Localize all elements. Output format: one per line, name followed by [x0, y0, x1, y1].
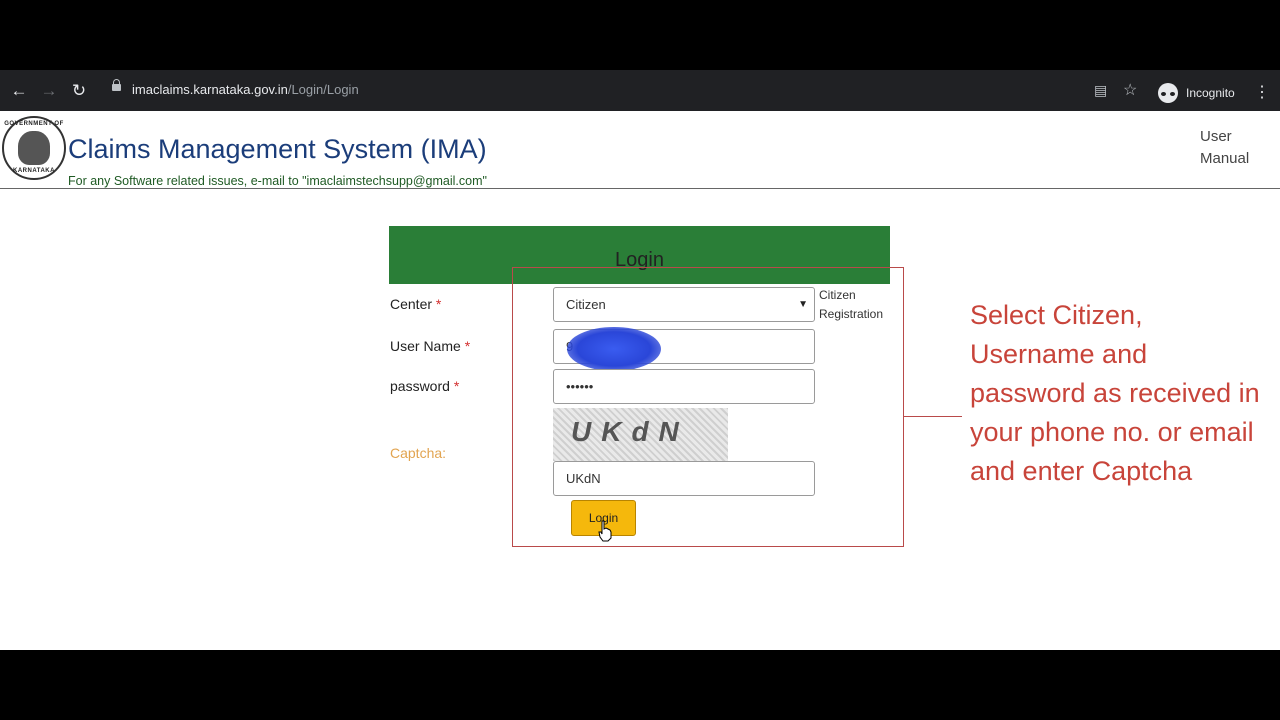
password-label: password * [390, 378, 460, 394]
lock-icon [112, 79, 121, 91]
username-label: User Name * [390, 338, 471, 354]
user-manual-link[interactable]: User Manual [1200, 126, 1270, 170]
top-letterbox [0, 0, 1280, 70]
header-divider [0, 188, 1280, 189]
star-icon[interactable]: ☆ [1123, 80, 1137, 100]
incognito-label: Incognito [1186, 86, 1235, 100]
annotation-instructions: Select Citizen, Username and password as… [970, 300, 1260, 486]
translate-icon[interactable]: ▤ [1094, 82, 1107, 99]
url-text: imaclaims.karnataka.gov.in/Login/Login [132, 82, 359, 97]
support-email-text: For any Software related issues, e-mail … [68, 174, 487, 188]
incognito-icon [1158, 83, 1178, 103]
center-label: Center * [390, 296, 442, 312]
bottom-letterbox [0, 650, 1280, 720]
emblem-crest [18, 131, 50, 165]
emblem-bottom-text: KARNATAKA [13, 168, 55, 174]
web-page: GOVERNMENT OF KARNATAKA Claims Managemen… [0, 111, 1280, 650]
forward-arrow-icon[interactable]: → [38, 80, 60, 102]
karnataka-emblem-logo: GOVERNMENT OF KARNATAKA [2, 116, 66, 180]
page-title: Claims Management System (IMA) [68, 134, 487, 164]
browser-toolbar: ← → ↻ imaclaims.karnataka.gov.in/Login/L… [0, 70, 1280, 111]
back-arrow-icon[interactable]: ← [8, 80, 30, 102]
captcha-label: Captcha: [390, 445, 447, 461]
reload-icon[interactable]: ↻ [68, 80, 90, 102]
address-bar[interactable]: imaclaims.karnataka.gov.in/Login/Login [100, 75, 1145, 105]
annotation-highlight-box [512, 267, 904, 547]
kebab-menu-icon[interactable]: ⋮ [1254, 82, 1270, 102]
annotation-connector-line [904, 416, 962, 417]
emblem-top-text: GOVERNMENT OF [4, 121, 64, 127]
